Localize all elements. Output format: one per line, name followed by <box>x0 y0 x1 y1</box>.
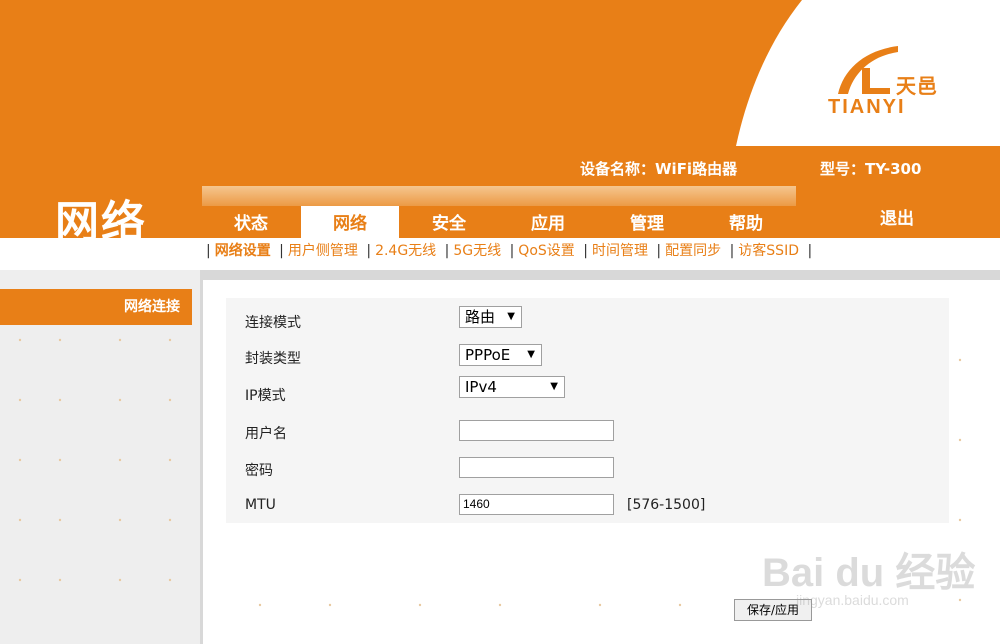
device-name: 设备名称：WiFi路由器 <box>580 160 738 178</box>
tab-security[interactable]: 安全 <box>400 206 498 238</box>
tab-network[interactable]: 网络 <box>301 206 399 238</box>
ip-mode-select[interactable]: IPv4 ▼ <box>459 376 565 398</box>
mtu-range: [576-1500] <box>627 497 706 513</box>
encapsulation-select[interactable]: PPPoE ▼ <box>459 344 542 366</box>
watermark-main: Bai du 经验 <box>762 551 976 595</box>
subnav-guest-ssid[interactable]: 访客SSID <box>738 243 799 259</box>
watermark-url: jingyan.baidu.com <box>796 592 909 608</box>
tab-applications[interactable]: 应用 <box>499 206 597 238</box>
tab-strip-decoration <box>202 186 796 206</box>
ip-mode-value: IPv4 <box>465 378 497 396</box>
password-input[interactable] <box>459 457 614 478</box>
save-apply-button[interactable]: 保存/应用 <box>734 599 812 621</box>
brand-name-en: TIANYI <box>828 96 906 118</box>
subnav-config-sync[interactable]: 配置同步 <box>665 243 721 259</box>
encapsulation-value: PPPoE <box>465 346 511 364</box>
brand-name-cn: 天邑 <box>896 74 938 98</box>
settings-panel <box>226 298 949 523</box>
subnav-time-management[interactable]: 时间管理 <box>592 243 648 259</box>
logout-button[interactable]: 退出 <box>880 204 914 229</box>
subnav-wifi-24g[interactable]: 2.4G无线 <box>375 243 436 259</box>
device-model: 型号：TY-300 <box>820 160 922 178</box>
tab-management[interactable]: 管理 <box>598 206 696 238</box>
mtu-input[interactable]: 1460 <box>459 494 614 515</box>
connection-mode-select[interactable]: 路由 ▼ <box>459 306 522 328</box>
ip-mode-label: IP模式 <box>245 388 286 404</box>
sub-navigation: | 网络设置 | 用户侧管理 | 2.4G无线 | 5G无线 | QoS设置 | 时间管理 … <box>206 243 813 259</box>
connection-mode-value: 路由 <box>465 308 496 326</box>
page-title: 网络 <box>55 197 147 248</box>
subnav-qos[interactable]: QoS设置 <box>518 243 574 259</box>
mtu-label: MTU <box>245 497 276 513</box>
username-label: 用户名 <box>245 426 287 442</box>
tab-help[interactable]: 帮助 <box>697 206 795 238</box>
sidebar <box>0 270 200 644</box>
connection-mode-label: 连接模式 <box>245 315 301 331</box>
subnav-wifi-5g[interactable]: 5G无线 <box>453 243 501 259</box>
dropdown-arrow-icon: ▼ <box>550 381 558 392</box>
username-input[interactable] <box>459 420 614 441</box>
dropdown-arrow-icon: ▼ <box>507 311 515 322</box>
dropdown-arrow-icon: ▼ <box>527 349 535 360</box>
baidu-watermark: Bai du 经验 jingyan.baidu.com <box>762 540 975 608</box>
subnav-user-side-management[interactable]: 用户侧管理 <box>288 243 358 259</box>
tab-status[interactable]: 状态 <box>202 206 300 238</box>
encapsulation-label: 封装类型 <box>245 351 301 367</box>
content-divider <box>200 280 203 644</box>
password-label: 密码 <box>245 463 273 479</box>
subnav-network-settings[interactable]: 网络设置 <box>215 243 271 259</box>
sidebar-item-network-connection[interactable]: 网络连接 <box>0 289 192 325</box>
